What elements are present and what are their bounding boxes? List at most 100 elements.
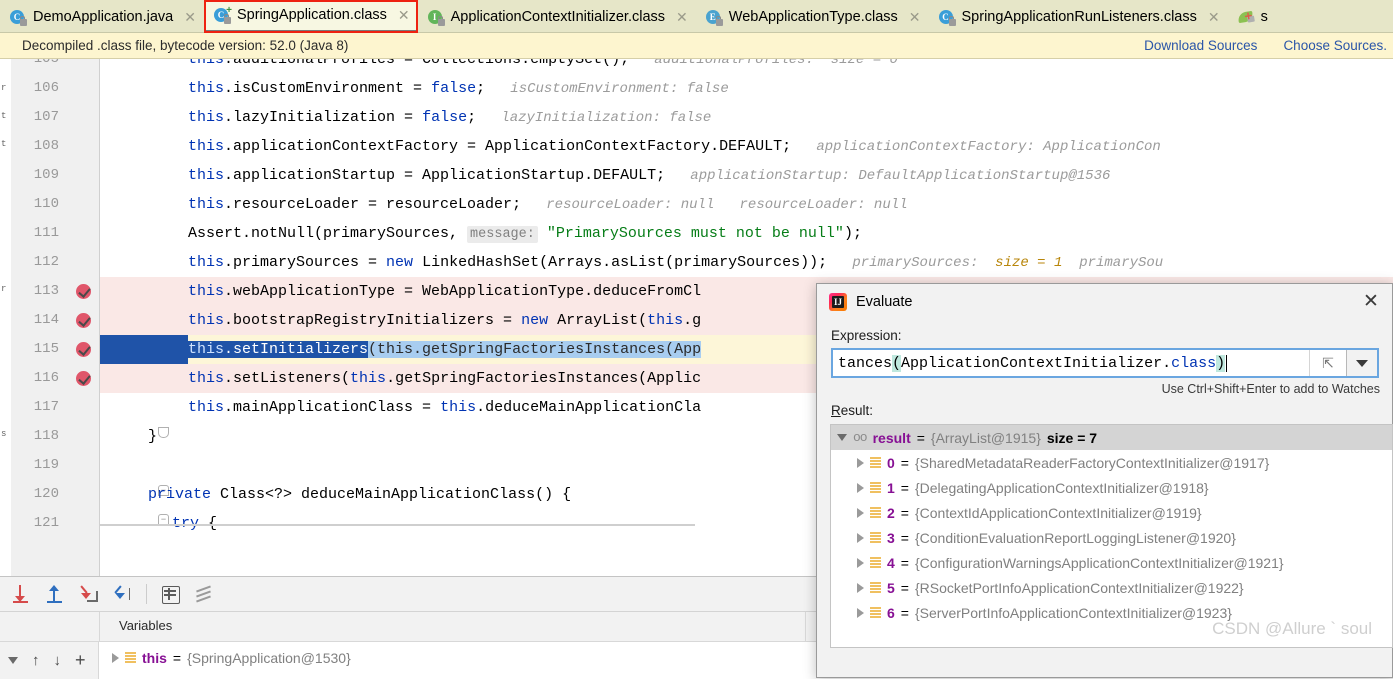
- download-sources-link[interactable]: Download Sources: [1144, 38, 1257, 53]
- code-line-107: this.lazyInitialization = false; lazyIni…: [100, 103, 1393, 132]
- add-watch-icon[interactable]: +: [75, 650, 86, 671]
- code-line-111: Assert.notNull(primarySources, message: …: [100, 219, 1393, 248]
- selection-gutter-block: [100, 335, 188, 364]
- tab-springapplicationrunlisteners-class[interactable]: C SpringApplicationRunListeners.class ✕: [929, 0, 1228, 33]
- result-item-row[interactable]: 3 = {ConditionEvaluationReportLoggingLis…: [831, 525, 1392, 550]
- result-item-value: {DelegatingApplicationContextInitializer…: [914, 479, 1209, 496]
- code-text: this.lazyInitialization = false; lazyIni…: [188, 109, 712, 126]
- object-value-icon: [870, 506, 881, 519]
- indent-guide-line: [100, 524, 695, 526]
- result-item-row[interactable]: 5 = {RSocketPortInfoApplicationContextIn…: [831, 575, 1392, 600]
- editor-left-strip: t t r r s: [0, 59, 11, 576]
- mute-breakpoints-icon[interactable]: [193, 583, 215, 605]
- result-item-equals: =: [900, 579, 909, 596]
- object-value-icon: [870, 456, 881, 469]
- expand-triangle-icon[interactable]: [112, 653, 119, 663]
- tab-close-icon[interactable]: ✕: [1208, 10, 1220, 24]
- tab-close-icon[interactable]: ✕: [184, 10, 196, 24]
- result-item-index: 5: [887, 579, 895, 596]
- result-item-row[interactable]: 1 = {DelegatingApplicationContextInitial…: [831, 475, 1392, 500]
- notice-message: Decompiled .class file, bytecode version…: [22, 38, 349, 53]
- expand-triangle-icon[interactable]: [857, 532, 864, 543]
- result-equals: =: [916, 429, 925, 446]
- tab-webapplicationtype-class[interactable]: E WebApplicationType.class ✕: [696, 0, 929, 33]
- tab-label: WebApplicationType.class: [728, 8, 898, 25]
- tab-label: s: [1260, 8, 1268, 25]
- code-text: this.resourceLoader = resourceLoader; re…: [188, 196, 908, 213]
- step-into-icon[interactable]: [112, 583, 134, 605]
- force-step-into-icon[interactable]: [78, 583, 100, 605]
- expand-triangle-icon[interactable]: [857, 507, 864, 518]
- breakpoint-icon-116[interactable]: [76, 371, 91, 386]
- move-up-icon[interactable]: ↑: [32, 652, 40, 669]
- expression-input[interactable]: tances(ApplicationContextInitializer. cla…: [833, 350, 1309, 376]
- breakpoint-icon-114[interactable]: [76, 313, 91, 328]
- expr-prefix: tances: [838, 354, 893, 372]
- step-over-icon[interactable]: [10, 583, 32, 605]
- variables-label: Variables: [119, 618, 173, 633]
- step-out-icon[interactable]: [44, 583, 66, 605]
- tab-close-icon[interactable]: ✕: [676, 10, 688, 24]
- code-text: this.additionalProfiles = Collections.em…: [188, 59, 898, 68]
- editor-gutter[interactable]: 105 106 107 108 109 110 111 112 113 114 …: [11, 59, 100, 576]
- tab-label: SpringApplicationRunListeners.class: [961, 8, 1197, 25]
- sort-dropdown-icon[interactable]: [8, 657, 18, 664]
- result-name: result: [872, 429, 911, 446]
- code-text: }: [148, 428, 158, 445]
- expand-triangle-icon[interactable]: [857, 607, 864, 618]
- code-text: this.isCustomEnvironment = false; isCust…: [188, 80, 729, 97]
- result-item-value: {ConditionEvaluationReportLoggingListene…: [914, 529, 1236, 546]
- move-down-icon[interactable]: ↓: [54, 652, 62, 669]
- expand-triangle-icon[interactable]: [857, 457, 864, 468]
- result-item-value: {ServerPortInfoApplicationContextInitial…: [914, 604, 1232, 621]
- result-item-row[interactable]: 0 = {SharedMetadataReaderFactoryContextI…: [831, 450, 1392, 475]
- code-line-112: this.primarySources = new LinkedHashSet(…: [100, 248, 1393, 277]
- code-text: this.applicationStartup = ApplicationSta…: [188, 167, 1111, 184]
- expr-open-paren: (: [892, 354, 902, 372]
- expr-keyword: class: [1171, 354, 1217, 372]
- code-text: this.primarySources = new LinkedHashSet(…: [188, 254, 1164, 271]
- object-value-icon: [870, 481, 881, 494]
- expand-triangle-icon[interactable]: [857, 557, 864, 568]
- tab-demoapplication-java[interactable]: C DemoApplication.java ✕: [0, 0, 204, 33]
- result-size: size = 7: [1046, 429, 1098, 446]
- expand-diagonal-icon[interactable]: ⇱: [1309, 350, 1346, 376]
- java-interface-icon: I: [427, 9, 445, 26]
- tab-close-icon[interactable]: ✕: [909, 10, 921, 24]
- tab-close-icon[interactable]: ✕: [398, 8, 410, 22]
- close-icon[interactable]: ✕: [1360, 291, 1382, 313]
- editor-tab-bar: C DemoApplication.java ✕ C + SpringApplic…: [0, 0, 1393, 33]
- collapse-triangle-icon[interactable]: [837, 434, 847, 441]
- tab-label: SpringApplication.class: [236, 7, 387, 23]
- variable-row-this[interactable]: this = {SpringApplication@1530}: [112, 650, 351, 666]
- expand-triangle-icon[interactable]: [857, 482, 864, 493]
- java-class-icon: C +: [213, 6, 232, 24]
- expression-input-wrapper[interactable]: tances(ApplicationContextInitializer. cla…: [831, 348, 1379, 378]
- object-value-icon: [125, 652, 136, 664]
- choose-sources-link[interactable]: Choose Sources.: [1283, 38, 1387, 53]
- evaluate-dialog-titlebar: IJ Evaluate: [817, 284, 1392, 320]
- evaluate-expression-icon[interactable]: [159, 583, 181, 605]
- result-tree[interactable]: oo result = {ArrayList@1915} size = 7 0 …: [830, 424, 1393, 648]
- breakpoint-icon-113[interactable]: [76, 284, 91, 299]
- code-line-109: this.applicationStartup = ApplicationSta…: [100, 161, 1393, 190]
- result-item-value: {RSocketPortInfoApplicationContextInitia…: [914, 579, 1244, 596]
- result-root-row[interactable]: oo result = {ArrayList@1915} size = 7: [831, 425, 1392, 450]
- intellij-idea-icon: IJ: [829, 293, 847, 311]
- tab-label: ApplicationContextInitializer.class: [450, 8, 666, 25]
- expand-triangle-icon[interactable]: [857, 582, 864, 593]
- variable-equals: =: [172, 650, 182, 666]
- evaluate-dialog[interactable]: IJ Evaluate ✕ Expression: tances(Applica…: [816, 283, 1393, 678]
- result-item-row[interactable]: 2 = {ContextIdApplicationContextInitiali…: [831, 500, 1392, 525]
- object-value-icon: [870, 606, 881, 619]
- variable-name: this: [142, 650, 167, 666]
- result-item-row[interactable]: 4 = {ConfigurationWarningsApplicationCon…: [831, 550, 1392, 575]
- chevron-down-icon[interactable]: [1346, 350, 1377, 376]
- tab-spring-partial[interactable]: s: [1228, 0, 1276, 33]
- breakpoint-icon-115[interactable]: [76, 342, 91, 357]
- tab-applicationcontextinitializer-class[interactable]: I ApplicationContextInitializer.class ✕: [418, 0, 696, 33]
- tab-springapplication-class[interactable]: C + SpringApplication.class ✕: [203, 0, 418, 33]
- spring-leaf-icon: [1236, 9, 1254, 25]
- java-class-icon: C: [938, 9, 956, 26]
- result-item-index: 0: [887, 454, 895, 471]
